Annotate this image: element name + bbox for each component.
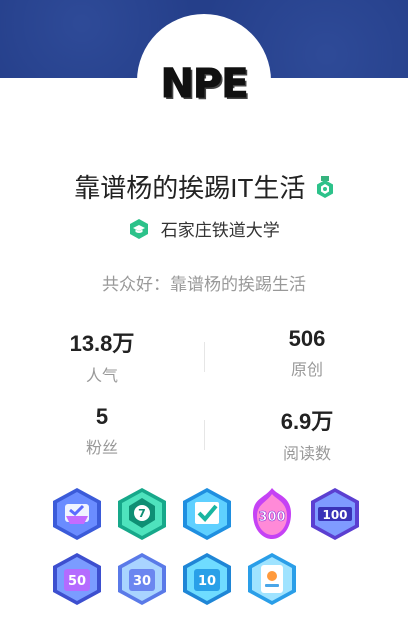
seven-medal-icon[interactable]: 7 xyxy=(115,486,169,542)
stat-divider xyxy=(204,342,205,372)
avatar[interactable]: NPE xyxy=(137,14,271,148)
badge-number: 10 xyxy=(198,574,216,589)
stat-label: 阅读数 xyxy=(282,446,331,463)
stat-original[interactable]: 506 原创 xyxy=(237,326,377,380)
stat-reads[interactable]: 6.9万 阅读数 xyxy=(237,404,377,464)
graduation-cap-icon xyxy=(128,218,150,240)
school-name[interactable]: 石家庄铁道大学 xyxy=(161,221,280,240)
thirty-medal-icon[interactable]: 30 xyxy=(115,551,169,607)
check-medal-icon[interactable] xyxy=(180,486,234,542)
hundred-medal-icon[interactable]: 100 xyxy=(308,486,362,542)
badge-number: 30 xyxy=(133,574,151,589)
ten-medal-icon[interactable]: 10 xyxy=(180,551,234,607)
profile-name: 靠谱杨的挨踢IT生活 xyxy=(74,173,306,203)
verified-blogger-icon[interactable] xyxy=(316,175,334,198)
id-card-medal-icon[interactable] xyxy=(245,551,299,607)
badge-number: 100 xyxy=(322,508,347,522)
badge-number: 50 xyxy=(68,574,86,589)
stat-popularity[interactable]: 13.8万 人气 xyxy=(32,326,172,386)
stat-label: 原创 xyxy=(290,362,323,379)
checklist-medal-icon[interactable] xyxy=(50,486,104,542)
stat-value: 5 xyxy=(95,404,109,429)
badge-number: 300 xyxy=(258,510,285,525)
stat-label: 粉丝 xyxy=(85,440,118,457)
badge-number: 7 xyxy=(138,507,146,520)
fire-300-medal-icon[interactable]: 300 xyxy=(245,486,299,542)
stat-value: 506 xyxy=(288,326,326,351)
fifty-medal-icon[interactable]: 50 xyxy=(50,551,104,607)
stat-label: 人气 xyxy=(85,368,118,385)
profile-motto: 共众好：靠谱杨的挨踢生活 xyxy=(102,275,306,294)
stat-value: 13.8万 xyxy=(69,331,135,356)
stat-divider xyxy=(204,420,205,450)
stat-value: 6.9万 xyxy=(280,409,334,434)
stat-fans[interactable]: 5 粉丝 xyxy=(32,404,172,458)
avatar-logo-text: NPE xyxy=(160,61,249,108)
